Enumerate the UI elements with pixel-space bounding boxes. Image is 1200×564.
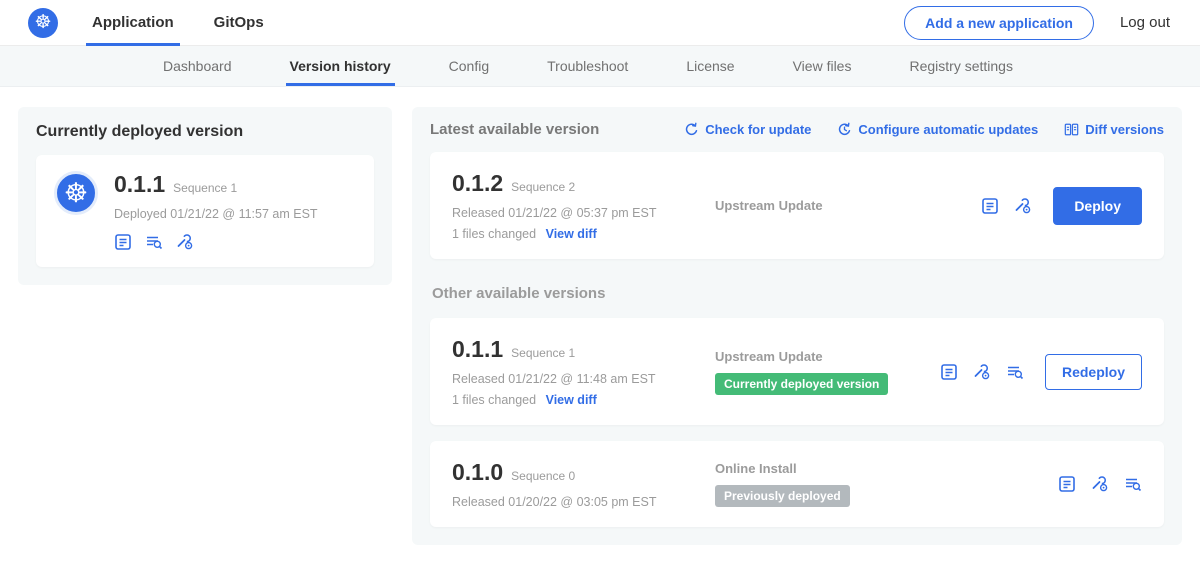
edit-config-icon[interactable] — [973, 363, 991, 381]
tab-troubleshoot[interactable]: Troubleshoot — [547, 46, 628, 86]
release-notes-icon[interactable] — [114, 233, 132, 251]
view-diff-link[interactable]: View diff — [546, 227, 597, 241]
released-timestamp: Released 01/20/22 @ 03:05 pm EST — [452, 495, 707, 509]
edit-config-icon[interactable] — [176, 233, 194, 251]
deploy-button[interactable]: Deploy — [1053, 187, 1142, 225]
currently-deployed-badge: Currently deployed version — [715, 373, 888, 395]
latest-available-title: Latest available version — [430, 121, 599, 138]
version-row: 0.1.0 Sequence 0 Released 01/20/22 @ 03:… — [430, 441, 1164, 527]
app-subnav: Dashboard Version history Config Trouble… — [0, 46, 1200, 87]
check-for-update-label: Check for update — [705, 122, 811, 137]
main-content: Currently deployed version ☸ 0.1.1 Seque… — [0, 87, 1200, 564]
currently-deployed-title: Currently deployed version — [36, 123, 374, 141]
deployed-version-number: 0.1.1 — [114, 171, 165, 198]
version-number: 0.1.0 — [452, 459, 503, 486]
files-changed-label: 1 files changed — [452, 227, 536, 241]
diff-icon — [1064, 122, 1079, 137]
deploy-logs-icon[interactable] — [1124, 475, 1142, 493]
deploy-logs-icon[interactable] — [1006, 363, 1024, 381]
redeploy-button[interactable]: Redeploy — [1045, 354, 1142, 390]
add-new-application-button[interactable]: Add a new application — [904, 6, 1094, 40]
top-header: ☸ Application GitOps Add a new applicati… — [0, 0, 1200, 46]
version-sequence: Sequence 2 — [511, 180, 575, 194]
files-changed-label: 1 files changed — [452, 393, 536, 407]
edit-config-icon[interactable] — [1091, 475, 1109, 493]
release-notes-icon[interactable] — [981, 197, 999, 215]
tab-registry-settings[interactable]: Registry settings — [909, 46, 1012, 86]
released-timestamp: Released 01/21/22 @ 11:48 am EST — [452, 372, 707, 386]
configure-automatic-updates-label: Configure automatic updates — [858, 122, 1038, 137]
version-source: Online Install — [715, 461, 1058, 476]
version-row: 0.1.1 Sequence 1 Released 01/21/22 @ 11:… — [430, 318, 1164, 425]
release-notes-icon[interactable] — [940, 363, 958, 381]
auto-update-icon — [837, 122, 852, 137]
kubernetes-logo-icon: ☸ — [28, 8, 58, 38]
released-timestamp: Released 01/21/22 @ 05:37 pm EST — [452, 206, 707, 220]
header-tab-gitops[interactable]: GitOps — [214, 0, 264, 46]
tab-version-history[interactable]: Version history — [290, 46, 391, 86]
version-sequence: Sequence 1 — [511, 346, 575, 360]
version-number: 0.1.1 — [452, 336, 503, 363]
check-for-update-link[interactable]: Check for update — [684, 122, 811, 137]
version-source: Upstream Update — [715, 198, 981, 213]
version-sequence: Sequence 0 — [511, 469, 575, 483]
header-tab-application[interactable]: Application — [92, 0, 174, 46]
deployed-timestamp: Deployed 01/21/22 @ 11:57 am EST — [114, 207, 318, 221]
tab-view-files[interactable]: View files — [793, 46, 852, 86]
version-history-panel: Latest available version Check for updat… — [412, 107, 1182, 545]
view-diff-link[interactable]: View diff — [546, 393, 597, 407]
edit-config-icon[interactable] — [1014, 197, 1032, 215]
version-number: 0.1.2 — [452, 170, 503, 197]
configure-automatic-updates-link[interactable]: Configure automatic updates — [837, 122, 1038, 137]
tab-dashboard[interactable]: Dashboard — [163, 46, 232, 86]
version-source: Upstream Update — [715, 349, 940, 364]
currently-deployed-card: Currently deployed version ☸ 0.1.1 Seque… — [18, 107, 392, 285]
logout-button[interactable]: Log out — [1120, 14, 1170, 31]
tab-license[interactable]: License — [686, 46, 734, 86]
tab-config[interactable]: Config — [449, 46, 489, 86]
deployed-sequence: Sequence 1 — [173, 181, 237, 195]
version-row-latest: 0.1.2 Sequence 2 Released 01/21/22 @ 05:… — [430, 152, 1164, 259]
refresh-icon — [684, 122, 699, 137]
release-notes-icon[interactable] — [1058, 475, 1076, 493]
deploy-logs-icon[interactable] — [145, 233, 163, 251]
app-logo-icon: ☸ — [54, 171, 98, 215]
deployed-version-card: ☸ 0.1.1 Sequence 1 Deployed 01/21/22 @ 1… — [36, 155, 374, 267]
other-available-versions-title: Other available versions — [432, 285, 1164, 302]
diff-versions-link[interactable]: Diff versions — [1064, 122, 1164, 137]
previously-deployed-badge: Previously deployed — [715, 485, 850, 507]
diff-versions-label: Diff versions — [1085, 122, 1164, 137]
